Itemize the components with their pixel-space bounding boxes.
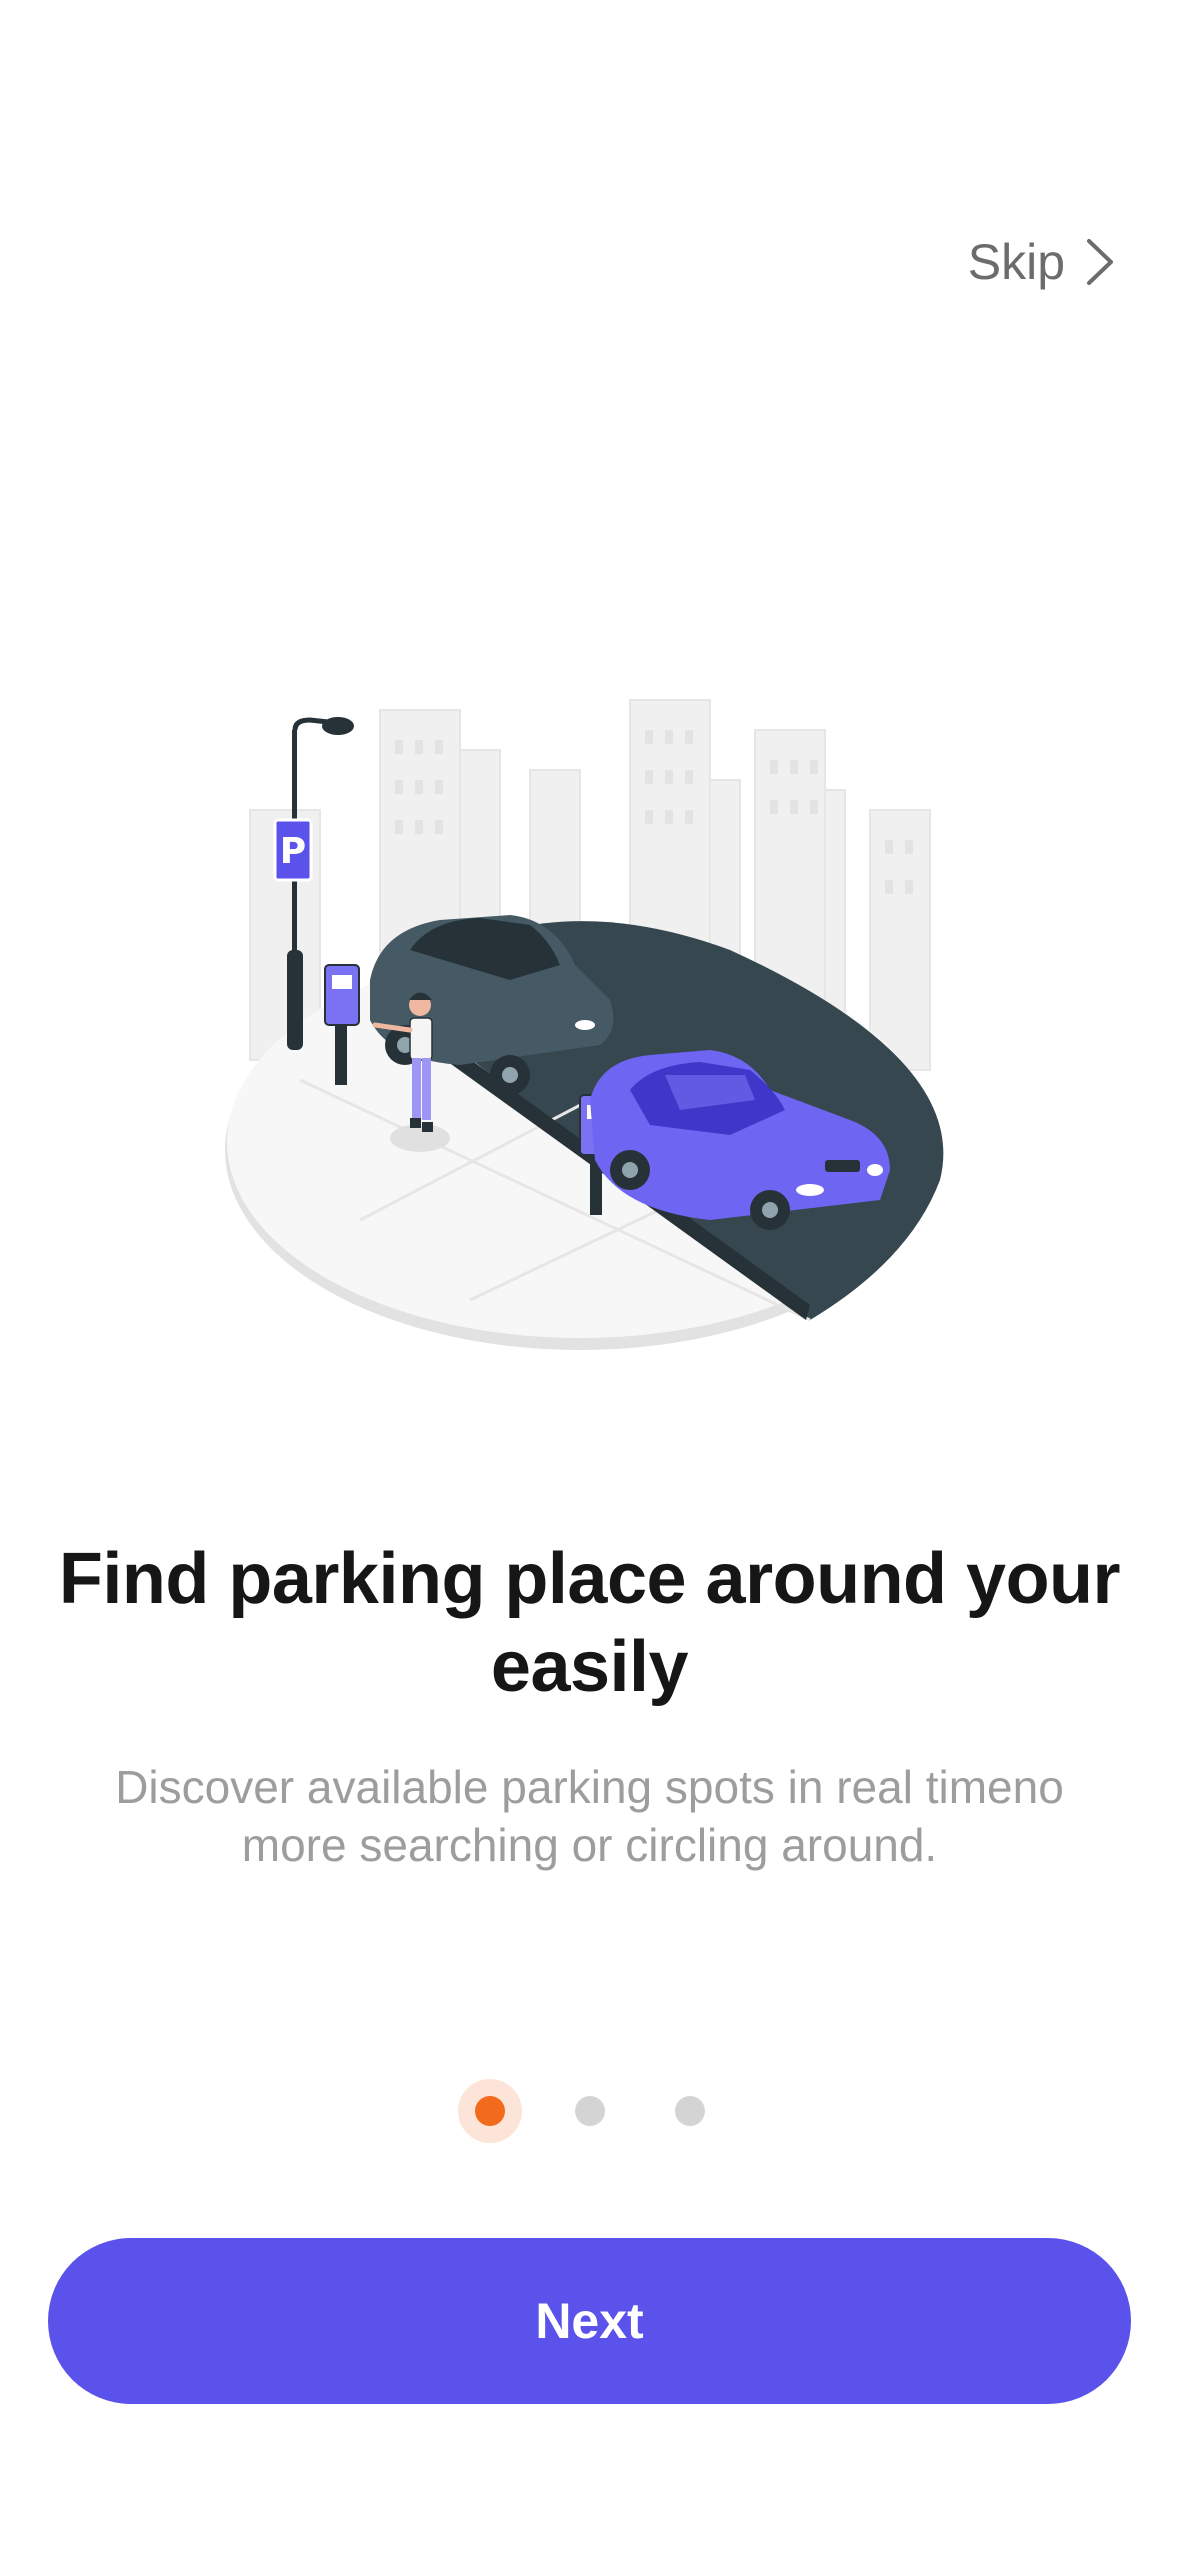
page-indicator-3[interactable] [658, 2079, 722, 2143]
page-dot [674, 2096, 705, 2126]
page-indicator-2[interactable] [558, 2079, 622, 2143]
page-dot [574, 2096, 605, 2126]
skip-label: Skip [967, 234, 1065, 290]
onboarding-subtitle: Discover available parking spots in real… [115, 1761, 1064, 1871]
chevron-right-icon [1087, 239, 1113, 285]
pagination-dots [0, 2079, 1179, 2143]
onboarding-screen: Skip P Find parking place around your ea… [0, 0, 1179, 2556]
parking-lot-illustration: P [225, 699, 944, 1350]
skip-button[interactable]: Skip [968, 225, 1117, 299]
page-indicator-1[interactable] [457, 2079, 522, 2143]
page-dot-active [474, 2096, 505, 2126]
next-button[interactable]: Next [48, 2238, 1131, 2404]
svg-text:P: P [280, 831, 306, 872]
onboarding-title: Find parking place around your easily [58, 1539, 1121, 1707]
